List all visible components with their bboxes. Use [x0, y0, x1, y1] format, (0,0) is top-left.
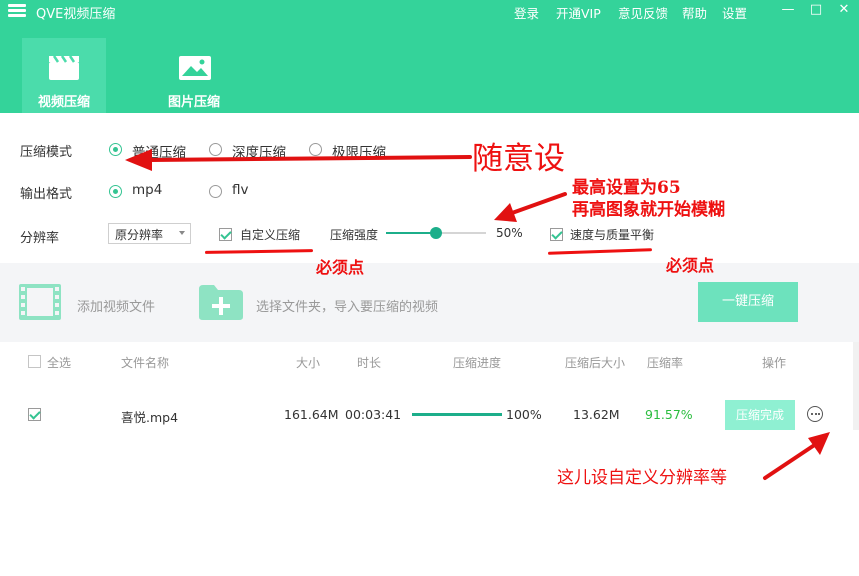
header-ratio: 压缩率 — [647, 356, 684, 370]
row-compressed-size: 13.62M — [573, 407, 620, 422]
tab-video-label: 视频压缩 — [37, 95, 90, 110]
annotation-required-2: 必须点 — [666, 256, 715, 275]
menu-settings[interactable]: 设置 — [722, 3, 747, 22]
menu-help[interactable]: 帮助 — [682, 3, 707, 22]
header-select-all[interactable]: 全选 — [47, 354, 71, 371]
header-size: 大小 — [296, 356, 321, 370]
radio-deep-compress[interactable] — [209, 143, 222, 156]
underline-speed-quality — [547, 248, 653, 255]
select-folder-button[interactable]: 选择文件夹，导入要压缩的视频 — [256, 296, 438, 315]
header-file-name: 文件名称 — [121, 356, 170, 370]
row-progress-value: 100% — [506, 407, 542, 422]
strength-value: 50% — [496, 226, 523, 240]
row-ratio: 91.57% — [645, 407, 693, 422]
header-duration: 时长 — [357, 356, 382, 370]
strength-slider-handle[interactable] — [430, 227, 442, 239]
option-deep-compress[interactable]: 深度压缩 — [232, 141, 286, 161]
maximize-icon[interactable]: □ — [808, 2, 824, 17]
option-normal-compress[interactable]: 普通压缩 — [132, 141, 186, 161]
title-bar: QVE视频压缩 登录 开通VIP 意见反馈 帮助 设置 — □ ✕ — [0, 0, 859, 24]
radio-mp4[interactable] — [109, 185, 122, 198]
tab-image-compress[interactable]: 图片压缩 — [152, 38, 236, 113]
add-folder-icon[interactable] — [198, 283, 244, 321]
annotation-anything: 随意设 — [472, 141, 565, 177]
strength-label: 压缩强度 — [330, 228, 379, 242]
annotation-resolution-hint: 这儿设自定义分辨率等 — [557, 468, 727, 488]
compress-all-button[interactable]: 一键压缩 — [698, 282, 798, 322]
arrow-to-more-options — [763, 442, 818, 480]
output-format-label: 输出格式 — [20, 187, 73, 202]
minimize-icon[interactable]: — — [780, 2, 796, 17]
row-duration: 00:03:41 — [345, 407, 402, 422]
option-flv[interactable]: flv — [232, 182, 249, 198]
custom-compress-label[interactable]: 自定义压缩 — [240, 226, 300, 243]
tab-image-label: 图片压缩 — [167, 95, 220, 110]
header-actions: 操作 — [762, 356, 787, 370]
custom-compress-checkbox[interactable] — [219, 228, 232, 241]
header-compressed-size: 压缩后大小 — [565, 356, 626, 370]
close-icon[interactable]: ✕ — [836, 2, 852, 17]
radio-normal-compress[interactable] — [109, 143, 122, 156]
speed-quality-label[interactable]: 速度与质量平衡 — [570, 226, 654, 243]
tab-video-compress[interactable]: 视频压缩 — [22, 38, 106, 113]
row-checkbox[interactable] — [28, 408, 41, 421]
radio-extreme-compress[interactable] — [309, 143, 322, 156]
menu-feedback[interactable]: 意见反馈 — [618, 3, 668, 22]
row-file-name: 喜悦.mp4 — [121, 410, 179, 425]
scrollbar[interactable] — [853, 342, 859, 430]
strength-slider-fill — [386, 232, 436, 234]
clapperboard-icon — [49, 55, 79, 80]
app-title: QVE视频压缩 — [36, 7, 116, 22]
resolution-label: 分辨率 — [20, 231, 60, 246]
app-logo-icon — [8, 4, 26, 19]
more-options-icon[interactable] — [807, 406, 823, 422]
import-toolbar: 添加视频文件 选择文件夹，导入要压缩的视频 一键压缩 — [0, 263, 859, 342]
menu-login[interactable]: 登录 — [514, 3, 539, 22]
annotation-required-1: 必须点 — [316, 258, 365, 277]
strength-slider[interactable] — [386, 227, 486, 239]
row-status-button[interactable]: 压缩完成 — [725, 400, 795, 430]
select-all-checkbox[interactable] — [28, 355, 41, 368]
option-extreme-compress[interactable]: 极限压缩 — [332, 141, 386, 161]
app-header: QVE视频压缩 登录 开通VIP 意见反馈 帮助 设置 — □ ✕ 视频压缩 图… — [0, 0, 859, 113]
add-video-icon[interactable] — [18, 283, 62, 321]
image-icon — [179, 56, 211, 80]
resolution-value: 原分辨率 — [115, 228, 164, 242]
row-progress-bar — [412, 413, 502, 416]
underline-custom-compress — [204, 249, 314, 254]
row-size: 161.64M — [284, 407, 339, 422]
speed-quality-checkbox[interactable] — [550, 228, 563, 241]
radio-flv[interactable] — [209, 185, 222, 198]
resolution-select[interactable]: 原分辨率 — [108, 223, 191, 244]
annotation-max-line2: 再高图象就开始模糊 — [572, 200, 725, 220]
chevron-down-icon — [179, 231, 185, 235]
arrow-to-compress-mode — [148, 155, 472, 162]
menu-vip[interactable]: 开通VIP — [556, 3, 601, 22]
compress-mode-label: 压缩模式 — [20, 145, 73, 160]
add-video-button[interactable]: 添加视频文件 — [77, 296, 155, 315]
header-progress: 压缩进度 — [453, 356, 502, 370]
arrow-to-strength — [510, 192, 567, 215]
option-mp4[interactable]: mp4 — [132, 182, 162, 198]
